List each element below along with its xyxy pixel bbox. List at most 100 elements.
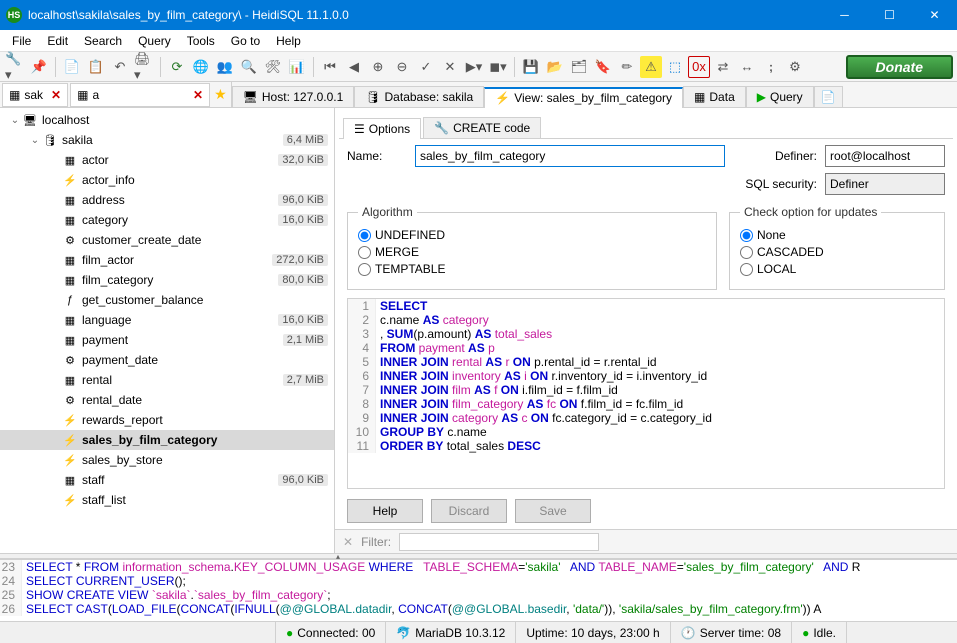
expand-icon[interactable]: ↔	[736, 56, 758, 78]
tree-item[interactable]: ▦film_category80,0 KiB	[0, 270, 334, 290]
bookmark-icon[interactable]: 🔖	[592, 56, 614, 78]
tree-item[interactable]: ⚙rental_date	[0, 390, 334, 410]
tab-database[interactable]: 🛢Database: sakila	[354, 86, 484, 107]
titlebar: HS localhost\sakila\sales_by_film_catego…	[0, 0, 957, 30]
chart-icon[interactable]: 📊	[286, 56, 308, 78]
menu-tools[interactable]: Tools	[179, 32, 223, 50]
undo-icon[interactable]: ↶	[109, 56, 131, 78]
tree-item[interactable]: ƒget_customer_balance	[0, 290, 334, 310]
menu-search[interactable]: Search	[76, 32, 130, 50]
save-button[interactable]: Save	[515, 499, 591, 523]
subtab-options[interactable]: ☰Options	[343, 118, 421, 139]
sql-log[interactable]: 23SELECT * FROM information_schema.KEY_C…	[0, 559, 957, 621]
view-icon: ⚡	[495, 91, 510, 105]
tab-data[interactable]: ▦Data	[683, 86, 746, 107]
name-input[interactable]	[415, 145, 725, 167]
menu-help[interactable]: Help	[268, 32, 309, 50]
tab-host[interactable]: 🖥Host: 127.0.0.1	[232, 86, 355, 107]
help-button[interactable]: Help	[347, 499, 423, 523]
algo-undefined-radio[interactable]	[358, 229, 371, 242]
pin-icon[interactable]: 📌	[28, 56, 50, 78]
check-icon[interactable]: ✓	[415, 56, 437, 78]
prev-icon[interactable]: ◀	[343, 56, 365, 78]
close-icon[interactable]: ✕	[193, 88, 203, 102]
expand-icon[interactable]: ⌄	[28, 135, 42, 146]
tree-item[interactable]: ▦actor32,0 KiB	[0, 150, 334, 170]
tree-item[interactable]: ▦rental2,7 MiB	[0, 370, 334, 390]
connection-tab[interactable]: ▦ a ✕	[70, 83, 210, 107]
donate-button[interactable]: Donate	[846, 55, 953, 79]
wrench-icon[interactable]: 🛠	[262, 56, 284, 78]
tab-query[interactable]: ▶Query	[746, 86, 814, 107]
tree-item[interactable]: ▦film_actor272,0 KiB	[0, 250, 334, 270]
sql-editor[interactable]: 1SELECT2c.name AS category3, SUM(p.amoun…	[347, 298, 945, 489]
tree-item[interactable]: ⌄🖥localhost	[0, 110, 334, 130]
tree-item[interactable]: ▦payment2,1 MiB	[0, 330, 334, 350]
stop-icon[interactable]: ◼▾	[487, 56, 509, 78]
filter-input[interactable]	[399, 533, 599, 551]
play-icon[interactable]: ▶▾	[463, 56, 485, 78]
refresh-icon[interactable]: ⟳	[166, 56, 188, 78]
gear-icon[interactable]: ⚙	[784, 56, 806, 78]
cancel-icon[interactable]: ✕	[439, 56, 461, 78]
tree-item[interactable]: ⚡rewards_report	[0, 410, 334, 430]
globe-icon[interactable]: 🌐	[190, 56, 212, 78]
close-button[interactable]: ✕	[912, 0, 957, 30]
check-cascaded-radio[interactable]	[740, 246, 753, 259]
print-icon[interactable]: 🖨▾	[133, 56, 155, 78]
check-local-radio[interactable]	[740, 263, 753, 276]
tree-item[interactable]: ▦language16,0 KiB	[0, 310, 334, 330]
tree-item[interactable]: ▦staff96,0 KiB	[0, 470, 334, 490]
tab-view[interactable]: ⚡View: sales_by_film_category	[484, 87, 683, 108]
filter-icon[interactable]: 🗂	[568, 56, 590, 78]
add-icon[interactable]: ⊕	[367, 56, 389, 78]
first-icon[interactable]: ⏮	[319, 56, 341, 78]
favorite-icon[interactable]: ★	[214, 86, 227, 103]
semicolon-icon[interactable]: ;	[760, 56, 782, 78]
tree-item-size: 96,0 KiB	[278, 474, 328, 486]
definer-select[interactable]: root@localhost	[825, 145, 945, 167]
algo-temptable-radio[interactable]	[358, 263, 371, 276]
connection-tab[interactable]: ▦ sak ✕	[2, 83, 68, 107]
tree-item[interactable]: ⚙customer_create_date	[0, 230, 334, 250]
object-tree[interactable]: ⌄🖥localhost⌄🛢sakila6,4 MiB▦actor32,0 KiB…	[0, 108, 334, 553]
explore-icon[interactable]: 🔍	[238, 56, 260, 78]
tab-add[interactable]: 📄	[814, 86, 843, 107]
clear-filter-icon[interactable]: ✕	[343, 535, 353, 549]
expand-icon[interactable]: ⌄	[8, 115, 22, 126]
save-icon[interactable]: 💾	[520, 56, 542, 78]
menu-file[interactable]: File	[4, 32, 39, 50]
check-none-radio[interactable]	[740, 229, 753, 242]
sqlsecurity-select[interactable]: Definer	[825, 173, 945, 195]
menu-edit[interactable]: Edit	[39, 32, 76, 50]
tree-item[interactable]: ▦category16,0 KiB	[0, 210, 334, 230]
var-icon[interactable]: 0x	[688, 56, 710, 78]
object-icon: ⚡	[62, 452, 78, 468]
compress-icon[interactable]: ⇄	[712, 56, 734, 78]
menu-goto[interactable]: Go to	[223, 32, 268, 50]
subtab-create-code[interactable]: 🔧CREATE code	[423, 117, 541, 138]
copy-icon[interactable]: 📄	[61, 56, 83, 78]
paste-icon[interactable]: 📋	[85, 56, 107, 78]
tree-item[interactable]: ⌄🛢sakila6,4 MiB	[0, 130, 334, 150]
tree-item[interactable]: ⚙payment_date	[0, 350, 334, 370]
maximize-button[interactable]: ☐	[867, 0, 912, 30]
discard-button[interactable]: Discard	[431, 499, 507, 523]
minimize-button[interactable]: ─	[822, 0, 867, 30]
remove-icon[interactable]: ⊖	[391, 56, 413, 78]
tool-icon[interactable]: 🔧▾	[4, 56, 26, 78]
menu-query[interactable]: Query	[130, 32, 179, 50]
tree-item[interactable]: ⚡staff_list	[0, 490, 334, 510]
format-icon[interactable]: ⬚	[664, 56, 686, 78]
tree-item[interactable]: ⚡sales_by_film_category	[0, 430, 334, 450]
tree-item[interactable]: ▦address96,0 KiB	[0, 190, 334, 210]
tree-item[interactable]: ⚡actor_info	[0, 170, 334, 190]
close-icon[interactable]: ✕	[51, 88, 61, 102]
algo-merge-radio[interactable]	[358, 246, 371, 259]
edit-icon[interactable]: ✏	[616, 56, 638, 78]
highlight-icon[interactable]: ⚠	[640, 56, 662, 78]
users-icon[interactable]: 👥	[214, 56, 236, 78]
log-line: 23SELECT * FROM information_schema.KEY_C…	[0, 560, 957, 574]
open-icon[interactable]: 📂	[544, 56, 566, 78]
tree-item[interactable]: ⚡sales_by_store	[0, 450, 334, 470]
